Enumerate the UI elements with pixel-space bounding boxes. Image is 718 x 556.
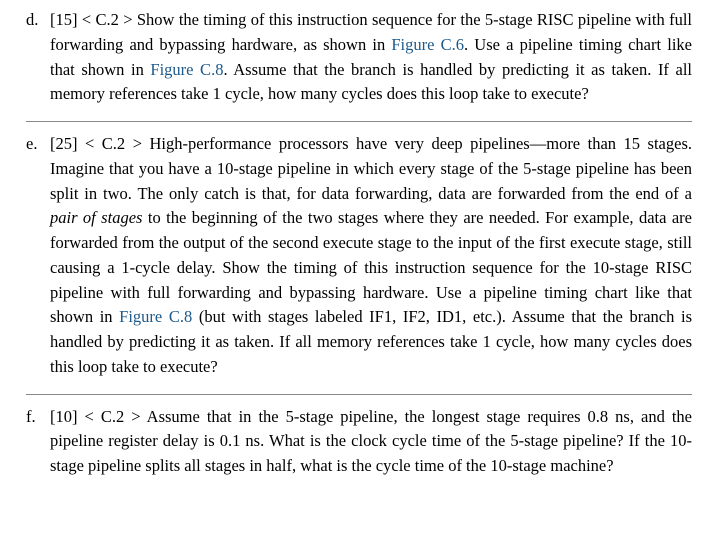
list-item-f: f. [10] < C.2 > Assume that in the 5-sta… [26,405,692,479]
figure-link[interactable]: Figure C.6 [391,35,464,54]
italic-text: pair of stages [50,208,142,227]
list-item-e: e. [25] < C.2 > High-performance process… [26,132,692,380]
item-content: [25] < C.2 > High-performance processors… [50,132,692,380]
item-marker: f. [26,405,50,479]
item-marker: e. [26,132,50,380]
list-item-d: d. [15] < C.2 > Show the timing of this … [26,8,692,107]
item-content: [15] < C.2 > Show the timing of this ins… [50,8,692,107]
item-prefix: [10] < C.2 > [50,407,147,426]
figure-link[interactable]: Figure C.8 [119,307,192,326]
separator [26,121,692,122]
item-prefix: [15] < C.2 > [50,10,137,29]
item-content: [10] < C.2 > Assume that in the 5-stage … [50,405,692,479]
item-text: Assume that in the 5-stage pipeline, the… [50,407,692,476]
separator [26,394,692,395]
figure-link[interactable]: Figure C.8 [150,60,223,79]
item-marker: d. [26,8,50,107]
item-prefix: [25] < C.2 > [50,134,150,153]
